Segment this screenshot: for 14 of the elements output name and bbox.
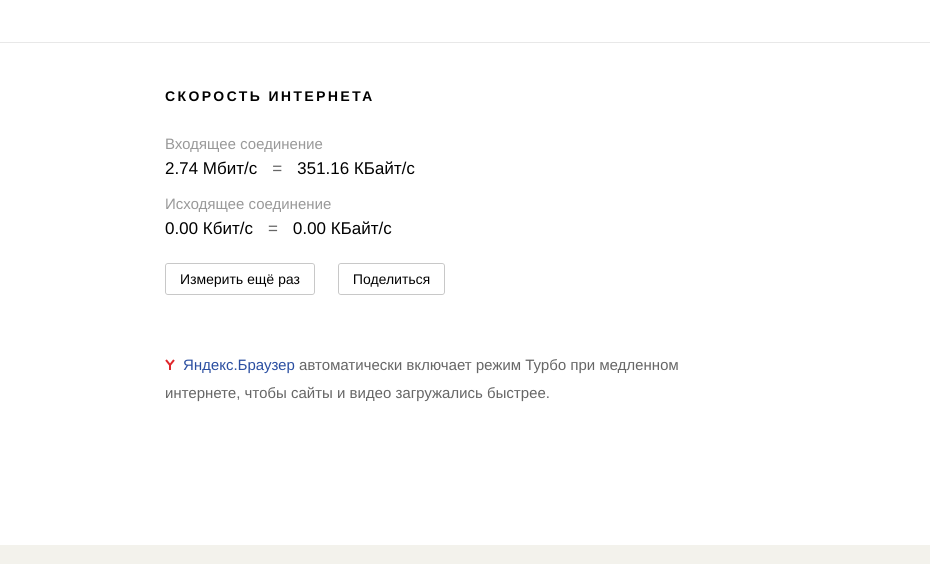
browser-link[interactable]: Яндекс.Браузер [183, 357, 295, 374]
section-title: СКОРОСТЬ ИНТЕРНЕТА [165, 88, 376, 104]
result-label: Исходящее соединение [165, 196, 332, 213]
speed-value: 0.00 Кбит/с [165, 219, 253, 239]
speed-value: 2.74 Мбит/с [165, 159, 258, 179]
speed-value: 0.00 КБайт/с [292, 219, 392, 239]
speed-value: 351.16 КБайт/с [297, 159, 415, 179]
action-button[interactable]: Поделиться [338, 263, 446, 295]
result-label: Входящее соединение [165, 136, 324, 153]
action-button[interactable]: Измерить ещё раз [165, 263, 315, 295]
letter-y-icon [165, 359, 175, 371]
promo-text: Яндекс.Браузер автоматически включает режим Турбо при медленном интернете, чтобы сайты и видео загружались быстрее. [165, 356, 680, 404]
equals-sign: = [268, 219, 278, 239]
equals-sign: = [272, 159, 282, 179]
